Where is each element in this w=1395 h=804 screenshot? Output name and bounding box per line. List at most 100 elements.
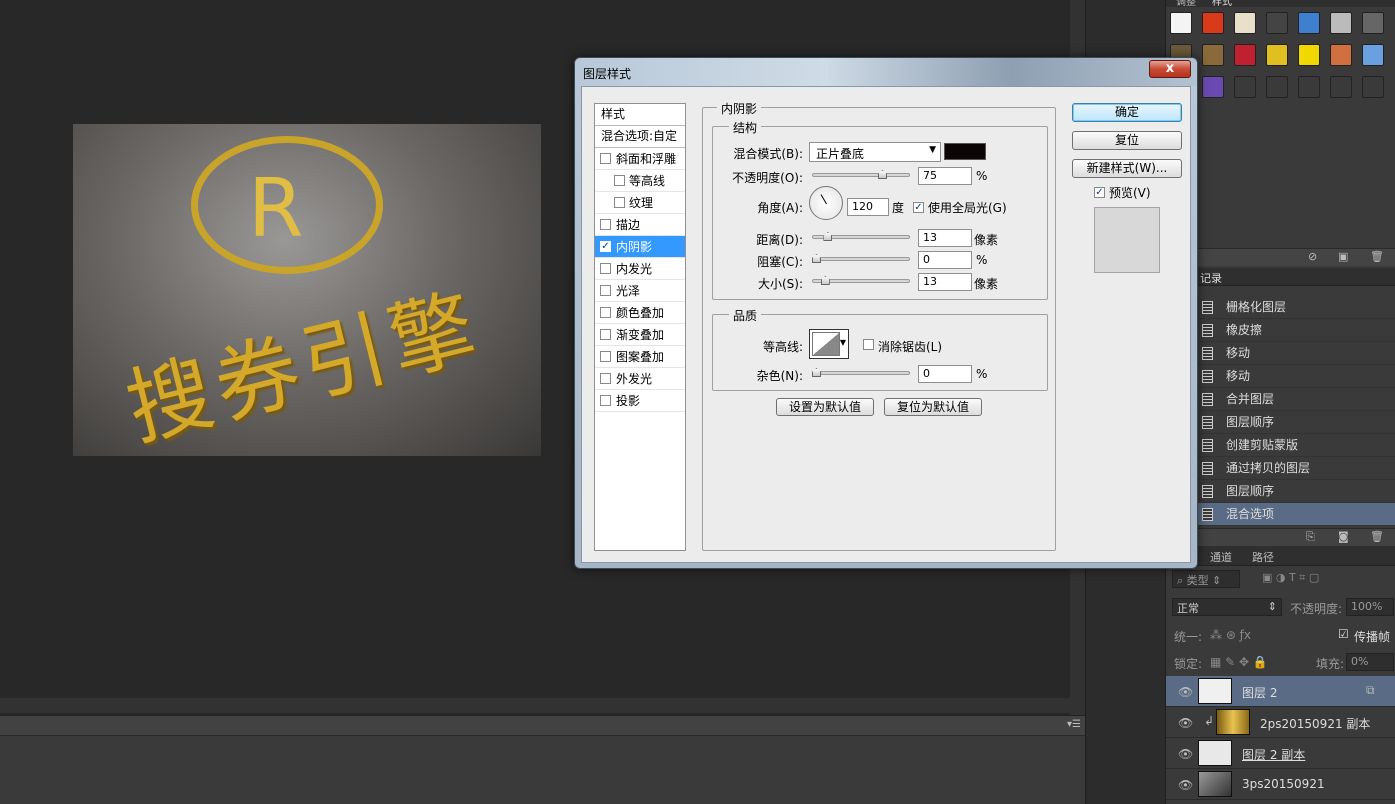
style-item[interactable]: 图案叠加 [595,346,685,368]
style-swatch[interactable] [1330,44,1352,66]
style-swatch[interactable] [1362,76,1384,98]
eye-icon[interactable]: 👁 [1178,778,1193,792]
style-item[interactable]: 光泽 [595,280,685,302]
opacity-slider[interactable] [812,170,910,179]
document-image[interactable]: R 搜券引擎 [73,124,541,456]
new-style-button[interactable]: 新建样式(W)... [1072,159,1182,178]
trash-icon[interactable]: 🗑 [1370,530,1384,543]
choke-input[interactable]: 0 [918,251,972,269]
history-item[interactable]: 移动 [1198,365,1395,388]
style-swatch[interactable] [1234,76,1256,98]
style-item-checkbox[interactable] [600,395,611,406]
layer-row[interactable]: 👁 图层 2 ⧉ [1166,676,1395,707]
style-item-checkbox[interactable] [600,373,611,384]
history-item[interactable]: 创建剪贴蒙版 [1198,434,1395,457]
style-item-checkbox[interactable] [600,263,611,274]
style-swatch[interactable] [1266,12,1288,34]
tab-history[interactable]: 记录 [1200,270,1222,286]
history-item[interactable]: 混合选项 [1198,503,1395,526]
distance-slider-thumb[interactable] [823,232,833,241]
style-swatch[interactable] [1330,76,1352,98]
reset-button[interactable]: 复位 [1072,131,1182,150]
layer-filter-select[interactable]: ⌕ 类型 ⇕ [1172,570,1240,588]
style-item-checkbox[interactable] [600,329,611,340]
style-item[interactable]: 内发光 [595,258,685,280]
eye-icon[interactable]: 👁 [1178,716,1193,730]
style-swatch[interactable] [1266,44,1288,66]
style-swatch[interactable] [1234,12,1256,34]
distance-slider[interactable] [812,232,910,241]
style-swatch[interactable] [1298,12,1320,34]
trash-icon[interactable]: 🗑 [1370,250,1384,263]
choke-slider-thumb[interactable] [812,254,821,263]
layer-row[interactable]: 👁 3ps20150921 [1166,769,1395,800]
angle-input[interactable]: 120 [847,198,889,216]
layer-row[interactable]: 👁 2ps20150921 副本 ↲ [1166,707,1395,738]
style-item[interactable]: 纹理 [595,192,685,214]
tab-adjustments[interactable]: 调整 [1176,0,1196,8]
style-item-checkbox[interactable] [600,153,611,164]
propagate-checkbox[interactable]: ☑ [1338,627,1349,641]
size-slider-thumb[interactable] [820,276,830,285]
shadow-color-swatch[interactable] [944,143,986,160]
set-default-button[interactable]: 设置为默认值 [776,398,874,416]
reset-default-button[interactable]: 复位为默认值 [884,398,982,416]
style-swatch[interactable] [1202,12,1224,34]
eye-icon[interactable]: 👁 [1178,747,1193,761]
style-item-checkbox[interactable] [600,219,611,230]
new-style-icon[interactable]: ▣ [1338,250,1348,263]
opacity-slider-thumb[interactable] [878,170,887,179]
lock-icons[interactable]: ▦ ✎ ✥ 🔒 [1210,655,1268,669]
style-swatch[interactable] [1298,44,1320,66]
history-item[interactable]: 移动 [1198,342,1395,365]
eye-icon[interactable]: 👁 [1178,685,1193,699]
style-item[interactable]: 等高线 [595,170,685,192]
history-item[interactable]: 图层顺序 [1198,411,1395,434]
history-item[interactable]: 通过拷贝的图层 [1198,457,1395,480]
style-swatch[interactable] [1266,76,1288,98]
style-swatch[interactable] [1234,44,1256,66]
style-swatch[interactable] [1298,76,1320,98]
style-item[interactable]: 渐变叠加 [595,324,685,346]
layer-row[interactable]: 👁 图层 2 副本 [1166,738,1395,769]
noise-slider[interactable] [812,368,910,377]
style-item-checkbox[interactable] [600,285,611,296]
fill-field[interactable]: 0% [1346,653,1394,671]
style-item-checkbox[interactable]: ✓ [600,241,611,252]
noise-input[interactable]: 0 [918,365,972,383]
panel-menu-icon[interactable]: ▾☰ [1067,719,1081,730]
noise-slider-thumb[interactable] [812,368,821,377]
style-swatch[interactable] [1362,12,1384,34]
camera-icon[interactable]: ◙ [1338,530,1349,543]
size-slider[interactable] [812,276,910,285]
horizontal-scrollbar[interactable] [0,698,1070,713]
filter-icons[interactable]: ▣ ◑ T ⌗ ▢ [1262,571,1319,585]
antialias-checkbox[interactable] [863,339,874,350]
dialog-titlebar[interactable]: 图层样式 x [575,58,1197,86]
global-light-checkbox[interactable]: ✓ [913,202,924,213]
unify-icons[interactable]: ⁂ ⊛ ƒx [1210,628,1251,642]
style-item-checkbox[interactable] [600,351,611,362]
blend-options-item[interactable]: 混合选项:自定 [595,126,685,148]
style-item[interactable]: 斜面和浮雕 [595,148,685,170]
style-list-header[interactable]: 样式 [595,104,685,126]
blend-mode-select[interactable]: 正常 ⇕ [1172,598,1282,616]
distance-input[interactable]: 13 [918,229,972,247]
history-item[interactable]: 图层顺序 [1198,480,1395,503]
style-item-checkbox[interactable] [614,175,625,186]
style-swatch[interactable] [1362,44,1384,66]
style-swatch[interactable] [1330,12,1352,34]
style-item[interactable]: 颜色叠加 [595,302,685,324]
style-swatch[interactable] [1202,76,1224,98]
style-item[interactable]: 投影 [595,390,685,412]
opacity-field[interactable]: 100% [1346,598,1394,616]
inner-shadow-blend-mode-select[interactable]: 正片叠底 ▼ [809,142,941,162]
ok-button[interactable]: 确定 [1072,103,1182,122]
history-item[interactable]: 橡皮擦 [1198,319,1395,342]
close-button[interactable]: x [1149,60,1191,78]
history-item[interactable]: 合并图层 [1198,388,1395,411]
style-item-checkbox[interactable] [614,197,625,208]
style-item[interactable]: 描边 [595,214,685,236]
angle-dial[interactable] [809,186,843,220]
contour-picker[interactable]: ▼ [809,329,849,359]
